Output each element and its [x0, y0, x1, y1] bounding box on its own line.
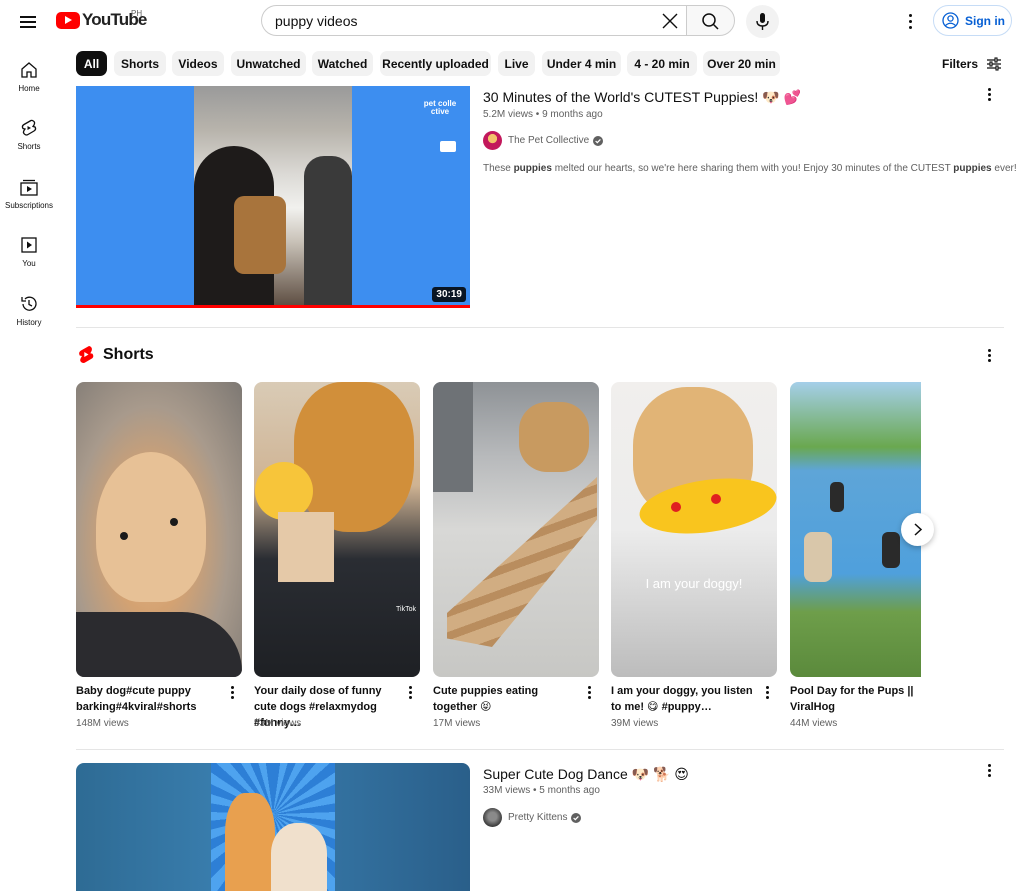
chip-unwatched[interactable]: Unwatched	[231, 51, 306, 76]
video-duration: 30:19	[432, 287, 466, 302]
sidebar-label-subscriptions: Subscriptions	[4, 201, 54, 210]
country-code: PH	[131, 9, 143, 18]
chip-watched[interactable]: Watched	[312, 51, 373, 76]
shelf-next-button[interactable]	[901, 513, 934, 546]
shorts-logo-icon	[79, 346, 94, 364]
chip-shorts[interactable]: Shorts	[114, 51, 166, 76]
channel-name: The Pet Collective	[508, 135, 590, 146]
sign-in-button[interactable]: Sign in	[933, 5, 1012, 36]
filters-label: Filters	[942, 57, 979, 71]
search-input[interactable]: puppy videos	[275, 13, 358, 29]
shorts-shelf-menu-icon[interactable]	[980, 346, 998, 364]
video-meta: 33M views • 5 months ago	[483, 785, 600, 796]
thumbnail-image	[194, 86, 352, 308]
channel-link[interactable]: Pretty Kittens	[483, 808, 582, 827]
video-action-menu-icon[interactable]	[980, 85, 998, 103]
masthead: YouTube PH puppy videos Sign in	[0, 0, 1024, 42]
short-views: 17M views	[433, 718, 481, 729]
short-card[interactable]	[76, 382, 242, 677]
captions-icon	[440, 141, 456, 152]
short-card[interactable]	[433, 382, 599, 677]
short-menu-icon[interactable]	[223, 683, 241, 701]
chip-videos[interactable]: Videos	[172, 51, 224, 76]
channel-name: Pretty Kittens	[508, 812, 568, 823]
sidebar-item-shorts[interactable]: Shorts	[0, 110, 58, 162]
video-thumbnail[interactable]	[76, 763, 470, 891]
chip-over-20-min[interactable]: Over 20 min	[703, 51, 780, 76]
video-action-menu-icon[interactable]	[980, 761, 998, 779]
tiktok-watermark: TikTok	[396, 606, 416, 613]
sidebar-label-history: History	[16, 318, 42, 327]
chevron-right-icon	[914, 523, 923, 536]
voice-search-button[interactable]	[746, 5, 779, 38]
filters-button[interactable]: Filters	[942, 56, 1002, 72]
subscriptions-icon	[20, 179, 38, 196]
short-views: 44M views	[790, 718, 838, 729]
video-description: These puppies melted our hearts, so we'r…	[483, 163, 1017, 174]
shorts-shelf-header: Shorts	[78, 345, 154, 364]
video-title[interactable]: Super Cute Dog Dance 🐶 🐕 😍	[483, 766, 689, 783]
short-menu-icon[interactable]	[758, 683, 776, 701]
youtube-play-icon	[56, 11, 80, 29]
video-meta: 5.2M views • 9 months ago	[483, 109, 603, 120]
section-divider	[76, 327, 1004, 328]
verified-icon	[593, 135, 604, 146]
home-icon	[21, 62, 37, 78]
menu-icon[interactable]	[16, 10, 40, 34]
sidebar-item-home[interactable]: Home	[0, 52, 58, 104]
sign-in-label: Sign in	[965, 13, 1005, 28]
history-icon	[21, 296, 37, 311]
channel-avatar	[483, 131, 502, 150]
channel-avatar	[483, 808, 502, 827]
short-views: 148M views	[76, 718, 129, 729]
section-divider	[76, 749, 1004, 750]
short-card[interactable]: TikTok	[254, 382, 420, 677]
verified-icon	[571, 812, 582, 823]
settings-more-icon[interactable]	[900, 10, 920, 32]
sidebar-label-shorts: Shorts	[17, 142, 41, 151]
chip-live[interactable]: Live	[498, 51, 535, 76]
thumbnail-image	[211, 763, 335, 891]
short-views: 53M views	[254, 718, 302, 729]
short-card[interactable]: I am your doggy!	[611, 382, 777, 677]
short-title[interactable]: Pool Day for the Pups || ViralHog	[790, 683, 921, 715]
shorts-icon	[21, 119, 37, 136]
short-overlay-text: I am your doggy!	[645, 576, 743, 591]
sidebar-item-subscriptions[interactable]: Subscriptions	[0, 169, 58, 221]
search-box[interactable]: puppy videos	[261, 5, 687, 36]
sidebar-item-you[interactable]: You	[0, 227, 58, 279]
search-button[interactable]	[686, 5, 735, 36]
chip-4-20-min[interactable]: 4 - 20 min	[627, 51, 697, 76]
short-menu-icon[interactable]	[401, 683, 419, 701]
microphone-icon	[756, 13, 769, 30]
short-title[interactable]: Baby dog#cute puppy barking#4kviral#shor…	[76, 683, 224, 715]
short-title[interactable]: I am your doggy, you listen to me! 😋 #pu…	[611, 683, 759, 715]
short-menu-icon[interactable]	[580, 683, 598, 701]
chip-all[interactable]: All	[76, 51, 107, 76]
short-title[interactable]: Cute puppies eating together 😝	[433, 683, 581, 715]
sidebar-item-history[interactable]: History	[0, 286, 58, 338]
search-icon	[702, 13, 719, 30]
shorts-shelf-title: Shorts	[103, 345, 154, 363]
filter-sliders-icon	[987, 57, 1002, 71]
clear-search-icon[interactable]	[659, 10, 681, 32]
sidebar-label-home: Home	[18, 84, 40, 93]
you-icon	[21, 237, 37, 253]
channel-watermark-logo: pet colle ctive	[423, 99, 457, 116]
video-thumbnail[interactable]: pet colle ctive 30:19	[76, 86, 470, 308]
short-views: 39M views	[611, 718, 659, 729]
sidebar-label-you: You	[22, 259, 36, 268]
watch-progress-bar	[76, 305, 470, 308]
chip-recently-uploaded[interactable]: Recently uploaded	[380, 51, 491, 76]
channel-link[interactable]: The Pet Collective	[483, 131, 604, 150]
chip-under-4-min[interactable]: Under 4 min	[542, 51, 621, 76]
video-title[interactable]: 30 Minutes of the World's CUTEST Puppies…	[483, 89, 801, 106]
account-icon	[942, 12, 959, 29]
